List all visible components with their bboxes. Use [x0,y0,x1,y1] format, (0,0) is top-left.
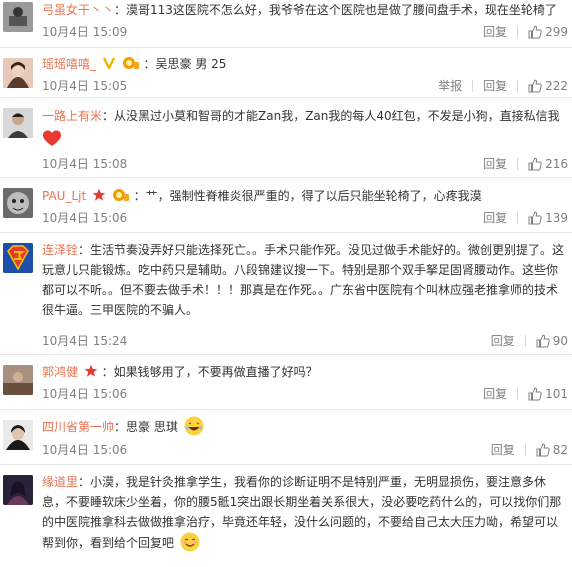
divider [517,212,519,224]
star-icon [92,188,106,201]
comment-time: 10月4日 15:24 [42,334,128,348]
comment-username[interactable]: PAU_Ljt [42,189,86,203]
comment-text: ：思豪 思琪 [114,420,178,434]
comment-item: 缘道里：小漠，我是针灸推拿学生，我看你的诊断证明不是特别严重，无明显损伤，要注意… [0,465,572,567]
reply-button[interactable]: 回复 [483,154,507,174]
thumbs-up-icon [536,443,550,457]
heart-emoji [43,130,61,146]
comment-item: 弓虽女干丶丶：漠哥113这医院不怎么好，我爷爷在这个医院也是做了腰间盘手术，现在… [0,0,572,48]
like-count: 222 [545,79,568,93]
like-button[interactable]: 82 [536,440,568,460]
like-button[interactable]: 216 [528,154,568,174]
comment-time: 10月4日 15:05 [42,79,128,93]
thumbs-up-icon [528,211,542,225]
divider [517,158,519,170]
divider [517,26,519,38]
avatar[interactable] [3,420,33,450]
avatar[interactable] [3,243,33,273]
comment-username[interactable]: 弓虽女干丶丶 [42,3,114,17]
comment-list: 弓虽女干丶丶：漠哥113这医院不怎么好，我爷爷在这个医院也是做了腰间盘手术，现在… [0,0,572,567]
comment-text: ：艹，强制性脊椎炎很严重的，得了以后只能坐轮椅了，心疼我漠 [133,189,482,203]
like-button[interactable]: 90 [536,331,568,351]
comment-username[interactable]: 缘道里 [42,475,78,489]
comment-username[interactable]: 一路上有米 [42,109,102,123]
thumbs-up-icon [528,387,542,401]
avatar[interactable] [3,365,33,395]
comment-text: ：如果钱够用了，不要再做直播了好吗？ [101,365,318,379]
like-count: 101 [545,387,568,401]
like-count: 299 [545,25,568,39]
like-count: 139 [545,211,568,225]
comment-time: 10月4日 15:09 [42,25,128,39]
like-button[interactable]: 139 [528,208,568,228]
thumbs-up-icon [528,157,542,171]
divider [517,388,519,400]
reply-button[interactable]: 回复 [483,384,507,404]
reply-button[interactable]: 回复 [491,331,515,351]
comment-item: 一路上有米：从没黑过小莫和智哥的才能Zan我，Zan我的每人40红包，不发是小狗… [0,98,572,178]
like-button[interactable]: 101 [528,384,568,404]
reply-button[interactable]: 回复 [483,22,507,42]
smile-emoji [180,532,200,552]
like-count: 82 [552,443,568,457]
comment-time: 10月4日 15:06 [42,211,128,225]
avatar[interactable] [3,108,33,138]
comment-username[interactable]: 四川省第一帅 [42,420,114,434]
comment-item: PAU_Ljt ：艹，强制性脊椎炎很严重的，得了以后只能坐轮椅了，心疼我漠 10… [0,178,572,233]
reply-button[interactable]: 回复 [483,76,507,96]
star-icon [84,364,98,377]
divider [472,80,474,92]
thumbs-up-icon [528,25,542,39]
member-icon [112,189,129,201]
report-button[interactable]: 举报 [438,76,462,96]
comment-item: 四川省第一帅：思豪 思琪 10月4日 15:06 回复 82 [0,410,572,465]
comment-username[interactable]: 连泽铨 [42,243,78,257]
comment-time: 10月4日 15:06 [42,443,128,457]
vip-v-icon [102,57,115,70]
comment-item: 郭鸿健 ：如果钱够用了，不要再做直播了好吗？ 10月4日 15:06 回复 10… [0,355,572,410]
comment-text: ：漠哥113这医院不怎么好，我爷爷在这个医院也是做了腰间盘手术，现在坐轮椅了 [114,3,557,17]
thumbs-up-icon [528,79,542,93]
like-button[interactable]: 222 [528,76,568,96]
like-count: 216 [545,157,568,171]
comment-text: ：从没黑过小莫和智哥的才能Zan我，Zan我的每人40红包，不发是小狗，直接私信… [102,109,560,123]
divider [517,80,519,92]
avatar[interactable] [3,2,33,32]
comment-text: ：生活节奏没弄好只能选择死亡。。手术只能作死。没见过做手术能好的。微创更别提了。… [42,243,565,317]
laughing-emoji [184,416,204,436]
comment-text: ：吴思豪 男 25 [143,57,227,71]
like-button[interactable]: 299 [528,22,568,42]
comment-username[interactable]: 郭鸿健 [42,365,78,379]
divider [524,444,526,456]
comment-time: 10月4日 15:08 [42,157,128,171]
reply-button[interactable]: 回复 [491,440,515,460]
comment-item: 连泽铨：生活节奏没弄好只能选择死亡。。手术只能作死。没见过做手术能好的。微创更别… [0,233,572,355]
divider [524,335,526,347]
avatar[interactable] [3,475,33,505]
reply-button[interactable]: 回复 [483,208,507,228]
comment-username[interactable]: 瑶瑶嘻嘻_ [42,57,96,71]
comment-text: ：小漠，我是针灸推拿学生，我看你的诊断证明不是特别严重，无明显损伤，要注意多休息… [42,475,562,550]
member-icon [122,57,139,69]
avatar[interactable] [3,58,33,88]
avatar[interactable] [3,188,33,218]
thumbs-up-icon [536,334,550,348]
comment-item: 瑶瑶嘻嘻_ ：吴思豪 男 25 10月4日 15:05 举报 回复 222 [0,48,572,98]
like-count: 90 [552,334,568,348]
comment-time: 10月4日 15:06 [42,387,128,401]
